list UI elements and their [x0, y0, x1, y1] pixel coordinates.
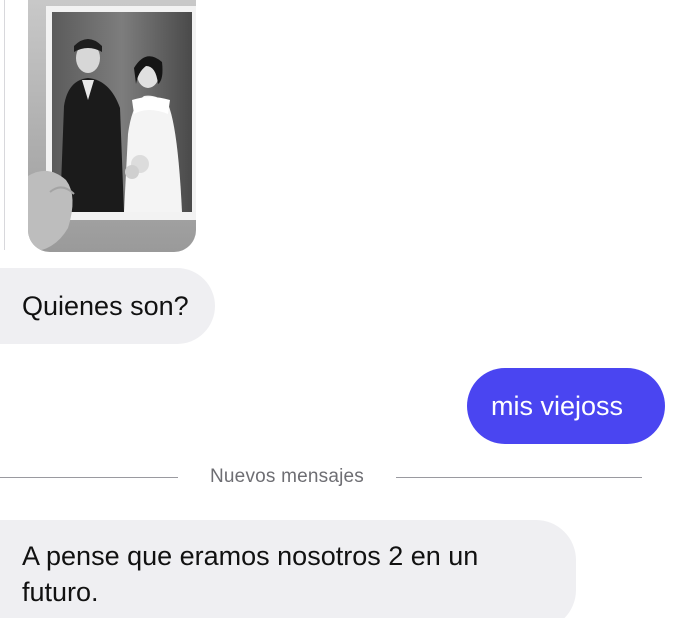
- new-messages-divider: Nuevos mensajes: [0, 463, 681, 493]
- divider-label: Nuevos mensajes: [209, 466, 365, 487]
- message-text: Quienes son?: [22, 291, 189, 321]
- chat-screen: Quienes son? mis viejoss Nuevos mensajes…: [0, 0, 681, 618]
- message-text: A pense que eramos nosotros 2 en un futu…: [22, 541, 479, 607]
- divider-line-right: [396, 477, 642, 478]
- photo-message[interactable]: [28, 0, 196, 252]
- outgoing-message-bubble[interactable]: mis viejoss: [467, 368, 665, 444]
- incoming-message-bubble[interactable]: A pense que eramos nosotros 2 en un futu…: [0, 520, 576, 618]
- message-text: mis viejoss: [491, 391, 624, 421]
- wedding-photo-image: [28, 0, 196, 252]
- divider-line-left: [0, 477, 178, 478]
- thread-edge-line: [4, 0, 5, 250]
- incoming-message-bubble[interactable]: Quienes son?: [0, 268, 215, 344]
